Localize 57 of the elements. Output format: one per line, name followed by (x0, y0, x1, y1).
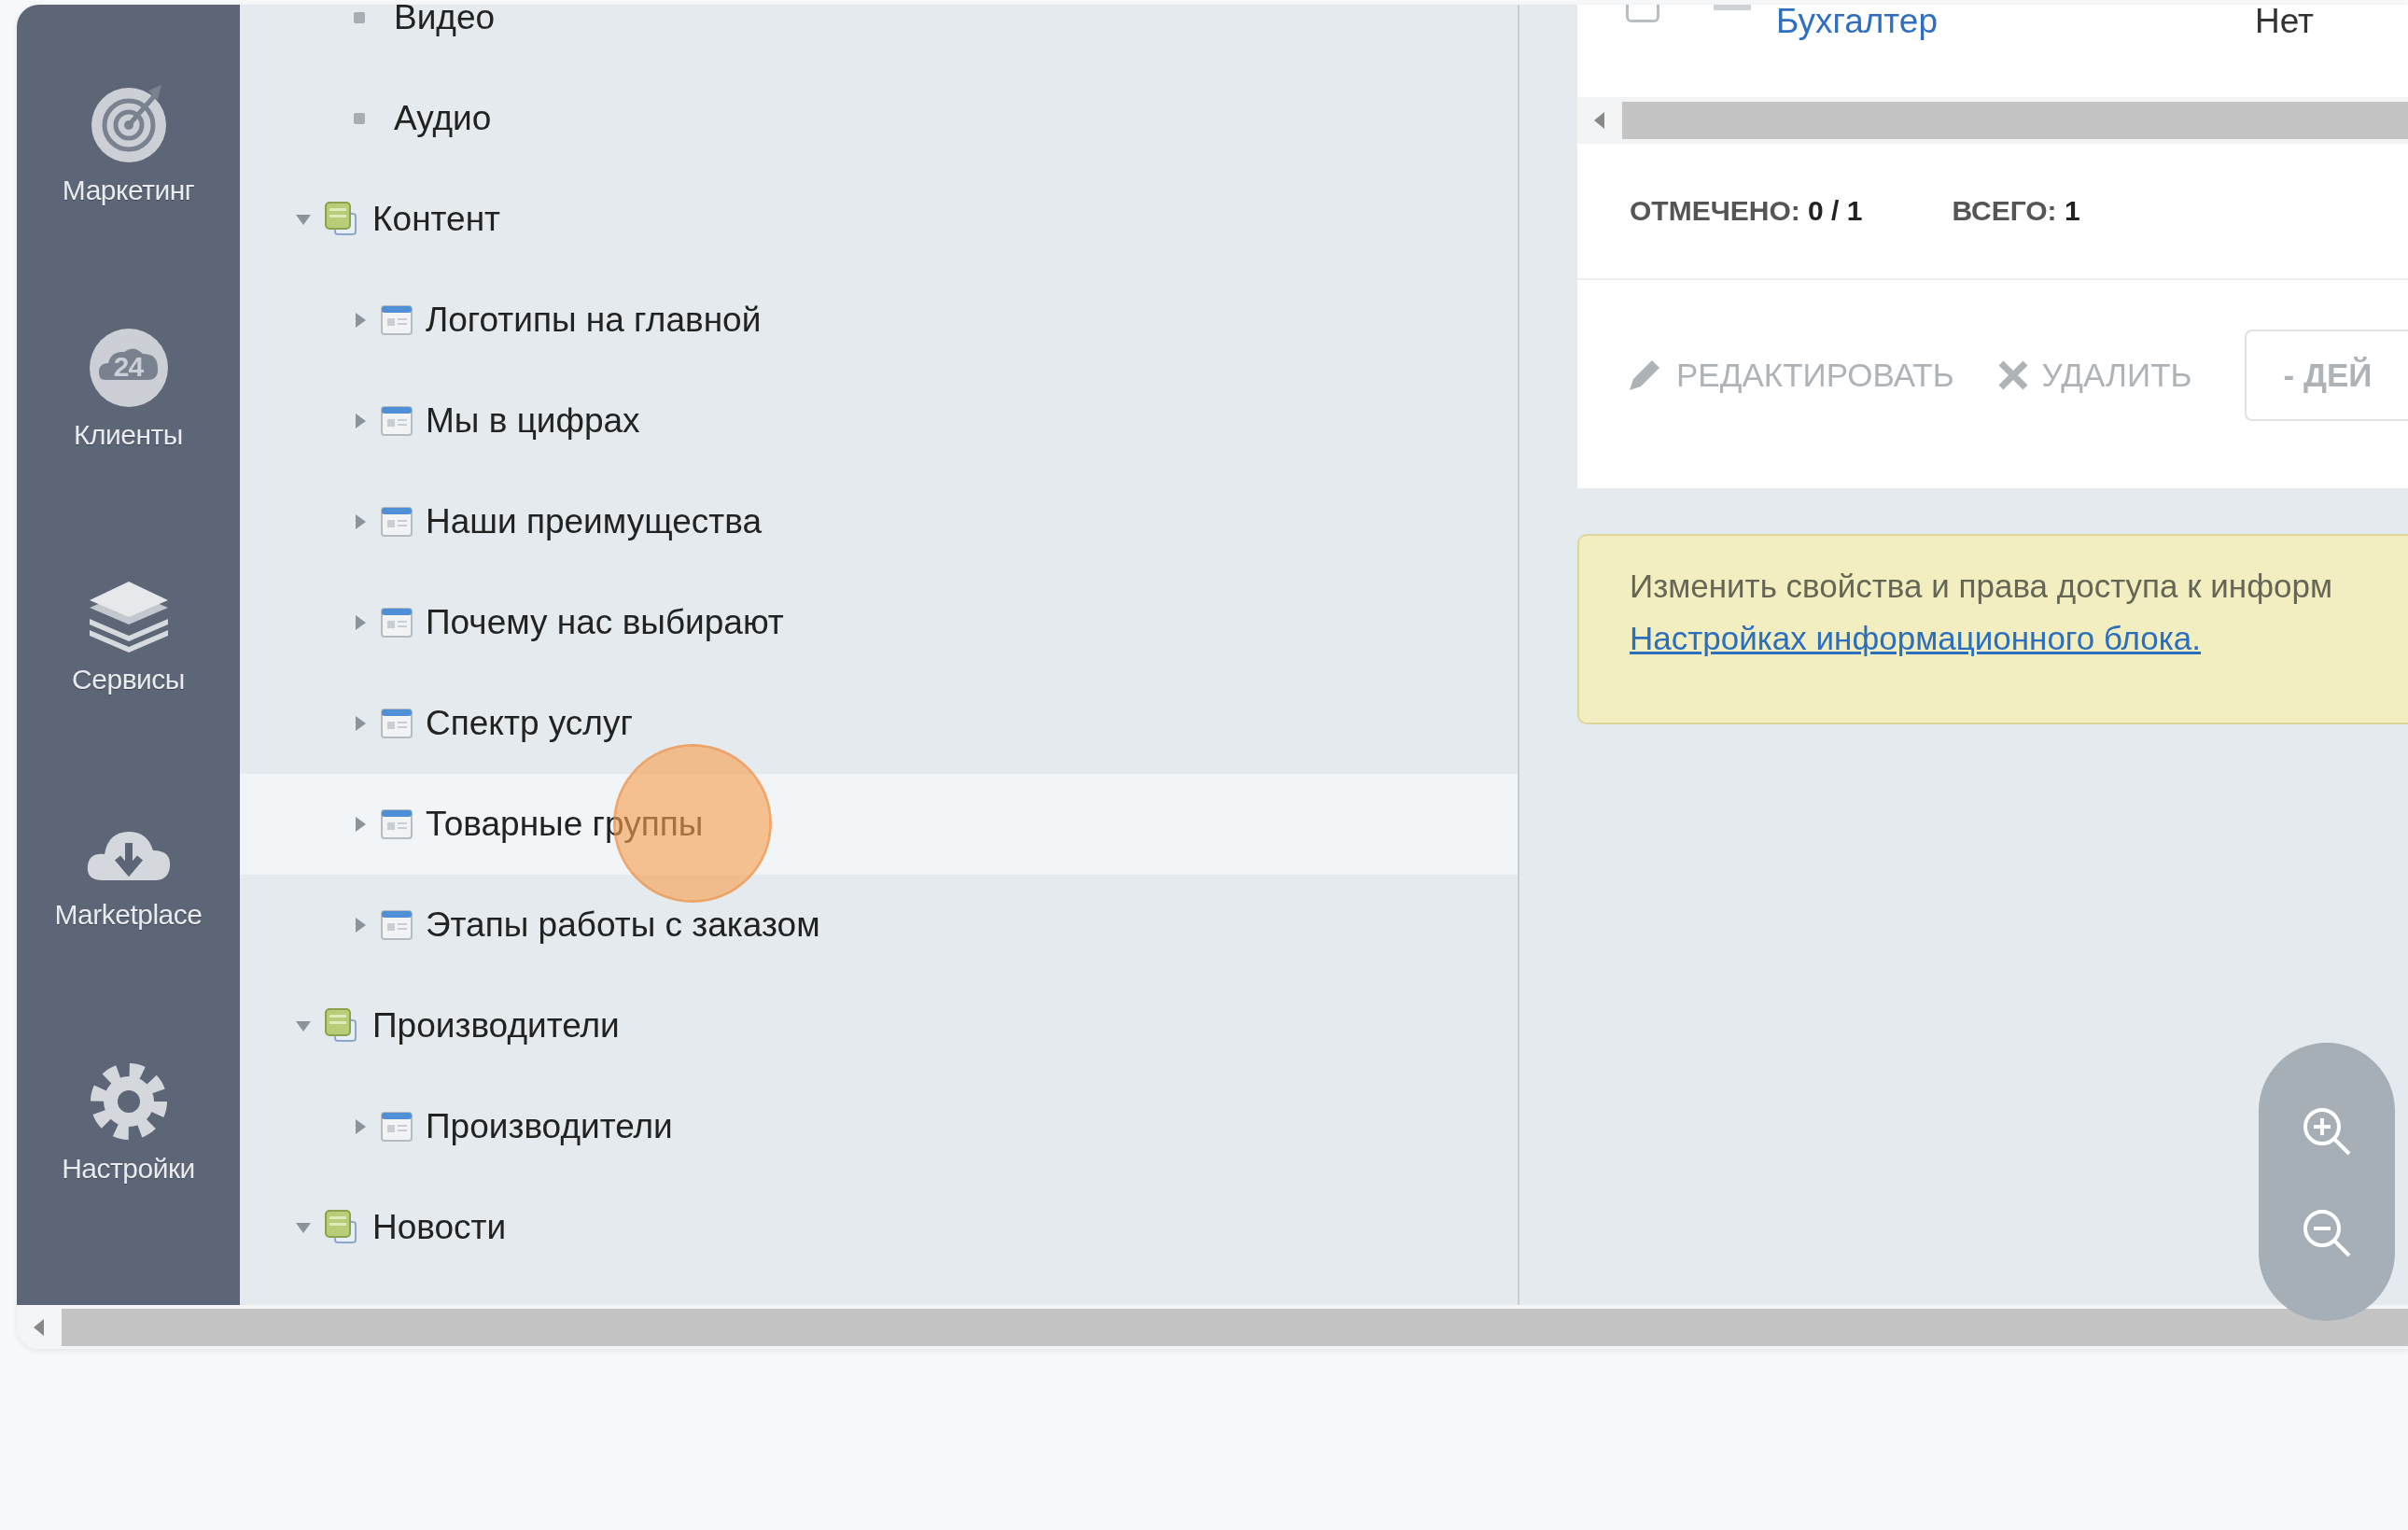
collapsed-arrow-icon[interactable] (353, 615, 368, 630)
row-name-link[interactable]: Бухгалтер (1776, 5, 1938, 41)
menu-handle-icon[interactable] (1714, 5, 1751, 10)
list-window-icon (381, 507, 413, 537)
list-window-icon (381, 809, 413, 839)
row-checkbox[interactable] (1626, 5, 1659, 22)
zoom-in-icon[interactable] (2302, 1105, 2352, 1157)
list-window-icon (381, 1112, 413, 1142)
scrollbar-thumb[interactable] (62, 1308, 2408, 1346)
collapsed-arrow-icon[interactable] (353, 716, 368, 731)
list-window-icon (381, 910, 413, 940)
tree-item-label[interactable]: Аудио (394, 99, 492, 138)
section-icon (324, 1007, 359, 1045)
tree-item-label[interactable]: Производители (372, 1006, 620, 1046)
tree-item-label[interactable]: Почему нас выбирают (426, 603, 784, 642)
scroll-left-icon[interactable] (34, 1318, 45, 1336)
counter-text: ОТМЕЧЕНО: 0 / 1 (1630, 195, 1863, 227)
sidebar-label[interactable]: Marketplace (54, 899, 203, 931)
tree-item-label[interactable]: Новости (372, 1208, 507, 1247)
table-cell: Нет (2255, 5, 2314, 41)
sidebar-label[interactable]: Маркетинг (62, 175, 195, 206)
list-window-icon (381, 305, 413, 335)
notice-text: Изменить свойства и права доступа к информ (1630, 567, 2333, 606)
sidebar-label[interactable]: Клиенты (74, 419, 183, 451)
collapsed-arrow-icon[interactable] (353, 817, 368, 832)
collapsed-arrow-icon[interactable] (353, 514, 368, 529)
cross-icon (1996, 358, 2029, 391)
counter-text: ВСЕГО: 1 (1952, 195, 2080, 227)
bullet-icon (354, 12, 365, 23)
list-window-icon (381, 709, 413, 738)
tree-item-label[interactable]: Наши преимущества (426, 502, 762, 541)
tree-item-label[interactable]: Видео (394, 5, 496, 37)
scrollbar-thumb[interactable] (1622, 102, 2408, 139)
tree-item-label[interactable]: Спектр услуг (426, 704, 633, 743)
collapsed-arrow-icon[interactable] (353, 414, 368, 428)
section-icon (324, 1209, 359, 1246)
tree-item-label[interactable]: Контент (372, 200, 501, 239)
list-window-icon (381, 608, 413, 638)
tree-item-label[interactable]: Этапы работы с заказом (426, 905, 820, 945)
expanded-arrow-icon[interactable] (296, 1220, 311, 1235)
tree-item-label[interactable]: Товарные группы (426, 805, 704, 844)
section-icon (324, 201, 359, 238)
collapsed-arrow-icon[interactable] (353, 1119, 368, 1134)
scroll-left-icon[interactable] (1594, 112, 1605, 129)
sidebar-label[interactable]: Сервисы (72, 664, 185, 695)
expanded-arrow-icon[interactable] (296, 212, 311, 227)
collapsed-arrow-icon[interactable] (353, 918, 368, 933)
collapsed-arrow-icon[interactable] (353, 313, 368, 328)
tree-item-label[interactable]: Производители (426, 1107, 673, 1146)
sidebar-label[interactable]: Настройки (62, 1153, 195, 1185)
bullet-icon (354, 113, 365, 124)
list-window-icon (381, 406, 413, 436)
tree-item-label[interactable]: Мы в цифрах (426, 401, 640, 441)
expanded-arrow-icon[interactable] (296, 1018, 311, 1033)
tree-item-label[interactable]: Логотипы на главной (426, 301, 762, 340)
zoom-out-icon[interactable] (2302, 1207, 2352, 1258)
settings-link[interactable]: Настройках информационного блока. (1630, 620, 2202, 656)
